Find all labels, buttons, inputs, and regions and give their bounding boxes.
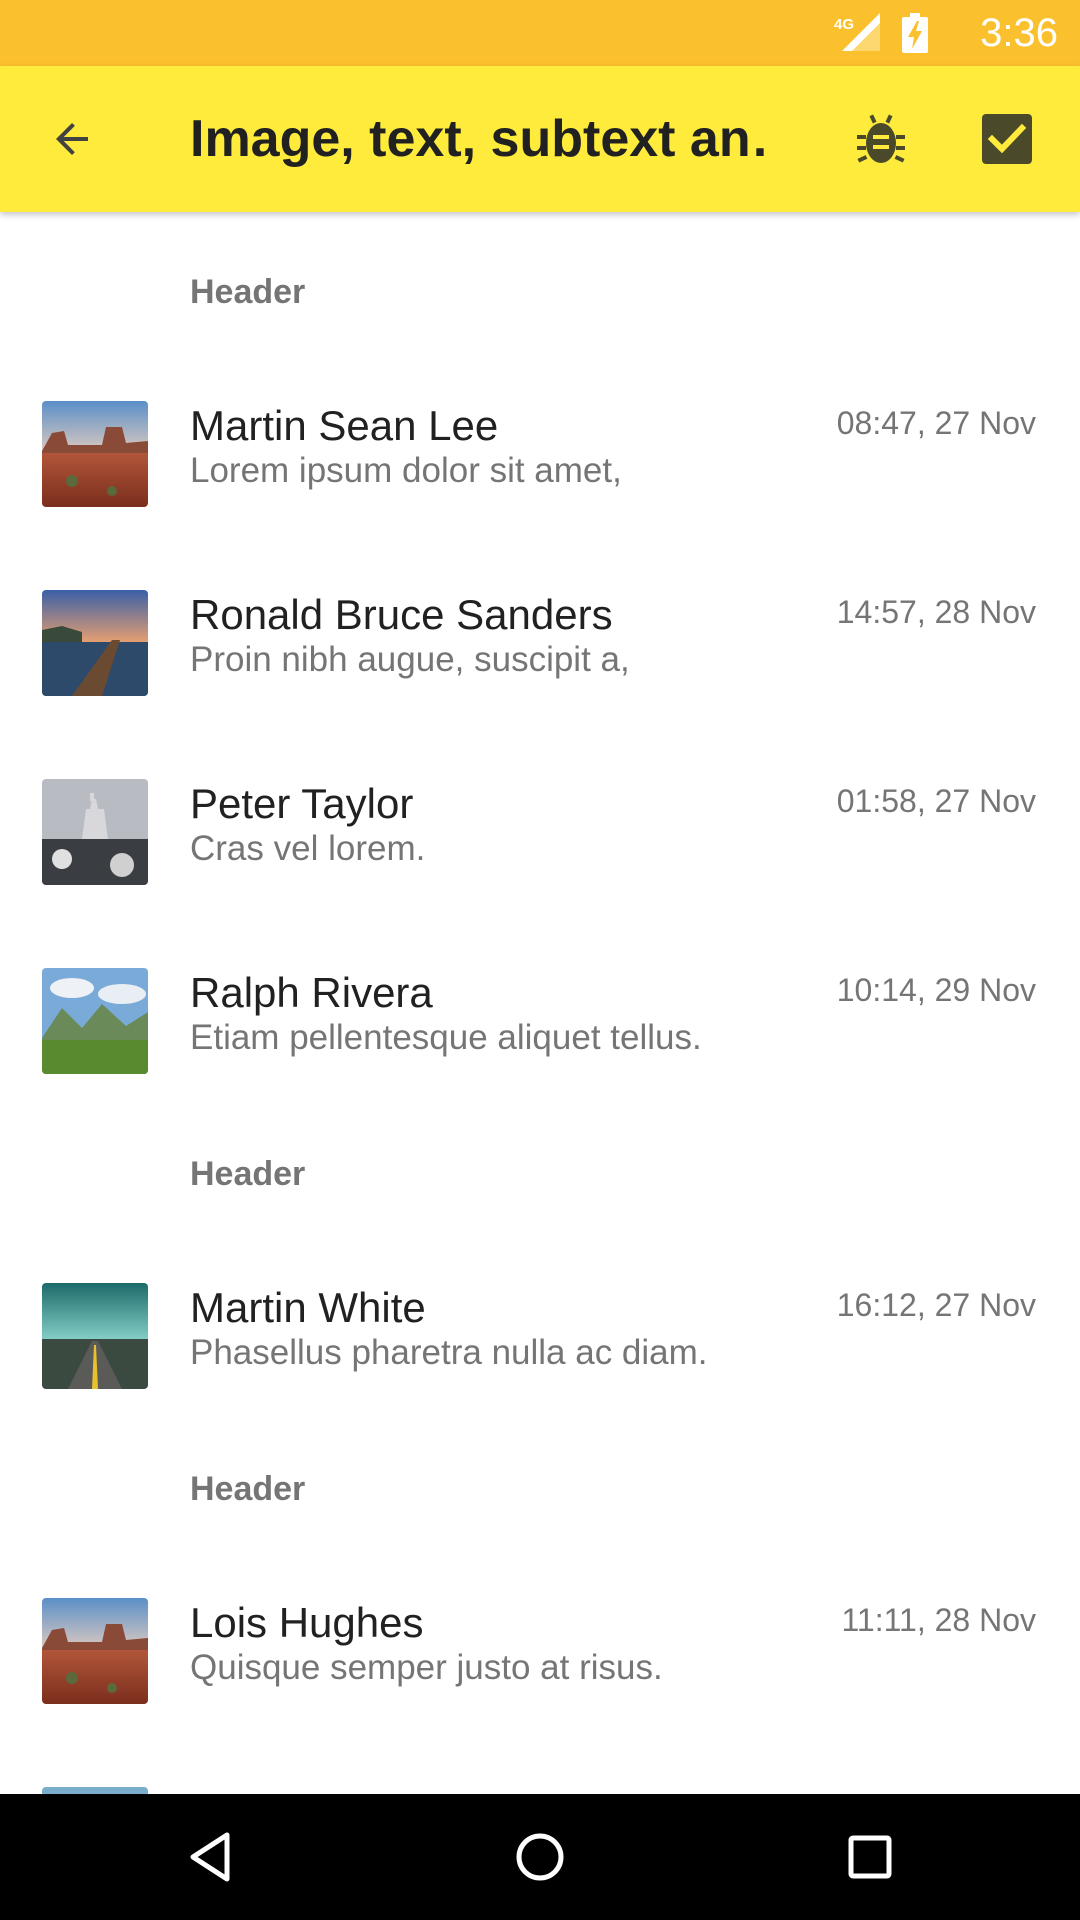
thumbnail-image <box>42 968 148 1074</box>
item-subtext: Lorem ipsum dolor sit amet, <box>190 451 622 490</box>
svg-text:4G: 4G <box>834 16 854 33</box>
battery-charging-icon <box>902 13 928 53</box>
app-bar: Image, text, subtext an… <box>0 66 1080 212</box>
thumbnail-image <box>42 1787 148 1794</box>
item-title: Martin Sean Lee <box>190 402 499 449</box>
item-subtext: Proin nibh augue, suscipit a, <box>190 640 630 679</box>
list-item[interactable] <box>0 1768 1080 1794</box>
section-header: Header <box>190 1470 306 1508</box>
status-bar: 4G 3:36 <box>0 0 1080 66</box>
back-triangle-icon[interactable] <box>181 1827 241 1887</box>
item-title: Ralph Rivera <box>190 969 433 1016</box>
list-item[interactable]: Peter Taylor Cras vel lorem. 01:58, 27 N… <box>0 760 1080 949</box>
item-subtext: Phasellus pharetra nulla ac diam. <box>190 1333 708 1372</box>
recents-square-icon[interactable] <box>840 1827 900 1887</box>
thumbnail-image <box>42 779 148 885</box>
checkbox-checked-icon[interactable] <box>982 114 1032 164</box>
item-timestamp: 01:58, 27 Nov <box>836 783 1036 819</box>
list-item[interactable]: Ralph Rivera Etiam pellentesque aliquet … <box>0 949 1080 1138</box>
item-subtext: Etiam pellentesque aliquet tellus. <box>190 1018 702 1057</box>
item-list: Header Martin Sean Lee Lorem ipsum dolor… <box>0 212 1080 1794</box>
status-time: 3:36 <box>980 11 1058 55</box>
section-header: Header <box>190 1155 306 1193</box>
page-title: Image, text, subtext an… <box>190 110 770 168</box>
item-title: Ronald Bruce Sanders <box>190 591 613 638</box>
section-header: Header <box>190 273 306 311</box>
thumbnail-image <box>42 590 148 696</box>
thumbnail-image <box>42 1598 148 1704</box>
list-item[interactable]: Martin White Phasellus pharetra nulla ac… <box>0 1264 1080 1453</box>
signal-4g-icon: 4G <box>834 13 880 51</box>
item-timestamp: 10:14, 29 Nov <box>836 972 1036 1008</box>
list-item[interactable]: Martin Sean Lee Lorem ipsum dolor sit am… <box>0 382 1080 571</box>
list-item[interactable]: Ronald Bruce Sanders Proin nibh augue, s… <box>0 571 1080 760</box>
item-timestamp: 16:12, 27 Nov <box>836 1287 1036 1323</box>
item-title: Peter Taylor <box>190 780 414 827</box>
list-item[interactable]: Lois Hughes Quisque semper justo at risu… <box>0 1579 1080 1768</box>
item-subtext: Quisque semper justo at risus. <box>190 1648 663 1687</box>
item-subtext: Cras vel lorem. <box>190 829 426 868</box>
item-timestamp: 11:11, 28 Nov <box>841 1602 1037 1638</box>
item-title: Martin White <box>190 1284 426 1331</box>
item-timestamp: 14:57, 28 Nov <box>836 594 1036 630</box>
thumbnail-image <box>42 1283 148 1389</box>
item-timestamp: 08:47, 27 Nov <box>836 405 1036 441</box>
home-circle-icon[interactable] <box>510 1827 570 1887</box>
bug-icon[interactable] <box>856 113 906 167</box>
thumbnail-image <box>42 401 148 507</box>
arrow-back-icon[interactable] <box>48 115 96 163</box>
item-title: Lois Hughes <box>190 1599 424 1646</box>
system-nav-bar <box>0 1794 1080 1920</box>
